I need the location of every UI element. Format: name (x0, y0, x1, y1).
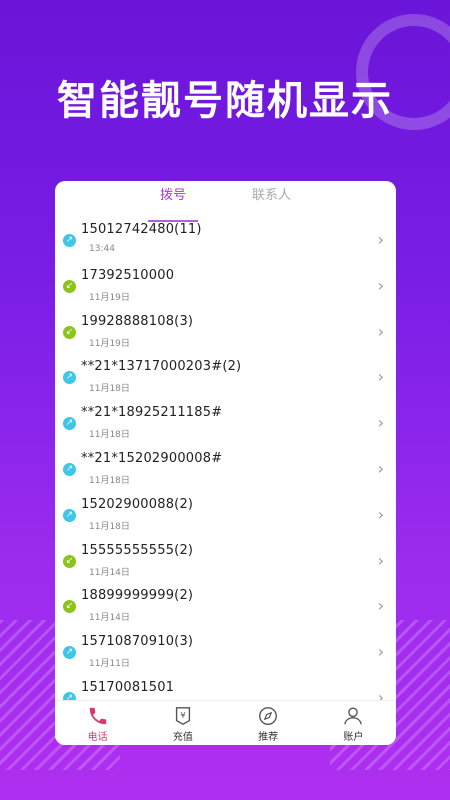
chevron-right-icon[interactable]: › (378, 596, 384, 615)
call-log-row[interactable]: ↗ 15202900088(2) 11月18日 › (55, 492, 396, 538)
chevron-right-icon[interactable]: › (378, 505, 384, 524)
headline: 智能靓号随机显示 (57, 78, 393, 124)
tab-bar: 拨号 联系人 (55, 181, 396, 222)
bottom-nav: 电话 ¥ 充值 推荐 账户 (55, 700, 396, 745)
wallet-icon: ¥ (175, 707, 190, 726)
user-icon (344, 707, 363, 725)
call-number: **21*13717000203#(2) (81, 359, 242, 375)
incoming-call-icon: ↙ (63, 600, 76, 614)
tab-dial[interactable]: 拨号 (147, 185, 199, 222)
call-log-row[interactable]: ↗ **21*18925211185# 11月18日 › (55, 400, 396, 446)
compass-icon (259, 707, 278, 725)
nav-label: 账户 (343, 732, 364, 743)
chevron-right-icon[interactable]: › (378, 642, 384, 661)
call-number: 15555555555(2) (81, 542, 194, 558)
outgoing-call-icon: ↗ (63, 417, 76, 431)
call-log-row[interactable]: ↗ 15170081501 › (55, 675, 396, 701)
nav-recommend[interactable]: 推荐 (226, 701, 311, 745)
call-number: 17392510000 (81, 267, 175, 283)
phone-icon (89, 707, 106, 725)
call-time: 11月14日 (89, 613, 130, 624)
call-number: 15710870910(3) (81, 634, 194, 650)
chevron-right-icon[interactable]: › (378, 276, 384, 295)
call-number: **21*15202900008# (81, 450, 223, 466)
call-log-row[interactable]: ↙ 17392510000 11月19日 › (55, 263, 396, 309)
call-log-row[interactable]: ↙ 19928888108(3) 11月19日 › (55, 309, 396, 355)
nav-phone[interactable]: 电话 (55, 701, 140, 745)
nav-label: 电话 (87, 732, 108, 743)
outgoing-call-icon: ↗ (63, 371, 76, 385)
call-time: 11月19日 (89, 292, 130, 303)
nav-account[interactable]: 账户 (311, 701, 396, 745)
outgoing-call-icon: ↗ (63, 234, 76, 247)
chevron-right-icon[interactable]: › (378, 551, 384, 570)
outgoing-call-icon: ↗ (63, 646, 76, 660)
call-number: **21*18925211185# (81, 405, 223, 421)
incoming-call-icon: ↙ (63, 325, 76, 339)
call-number: 15202900088(2) (81, 496, 194, 512)
incoming-call-icon: ↙ (63, 554, 76, 568)
call-number: 19928888108(3) (81, 313, 194, 329)
call-time: 11月19日 (89, 338, 130, 349)
call-number: 15170081501 (81, 679, 175, 695)
call-time: 11月18日 (89, 430, 130, 441)
chevron-right-icon[interactable]: › (378, 367, 384, 386)
call-log-row[interactable]: ↗ **21*13717000203#(2) 11月18日 › (55, 354, 396, 400)
call-log-row[interactable]: ↗ 15710870910(3) 11月11日 › (55, 629, 396, 675)
call-time: 11月11日 (89, 659, 130, 670)
incoming-call-icon: ↙ (63, 279, 76, 293)
call-log-row[interactable]: ↙ 15555555555(2) 11月14日 › (55, 538, 396, 584)
call-log-row[interactable]: ↗ 15012742480(11) 13:44 › (55, 217, 396, 263)
nav-label: 推荐 (258, 732, 279, 743)
svg-text:¥: ¥ (180, 710, 185, 720)
call-time: 11月18日 (89, 384, 130, 395)
call-time: 11月18日 (89, 475, 130, 486)
call-log-row[interactable]: ↗ **21*15202900008# 11月18日 › (55, 446, 396, 492)
nav-label: 充值 (172, 732, 193, 743)
chevron-right-icon[interactable]: › (378, 413, 384, 432)
call-number: 18899999999(2) (81, 588, 194, 604)
outgoing-call-icon: ↗ (63, 462, 76, 476)
call-log-row[interactable]: ↙ 18899999999(2) 11月14日 › (55, 583, 396, 629)
call-time: 11月18日 (89, 521, 130, 532)
chevron-right-icon[interactable]: › (378, 322, 384, 341)
outgoing-call-icon: ↗ (63, 508, 76, 522)
call-time: 13:44 (89, 244, 115, 254)
chevron-right-icon[interactable]: › (378, 459, 384, 478)
call-time: 11月14日 (89, 567, 130, 578)
phone-card: 拨号 联系人 ↗ 15012742480(11) 13:44 › ↙ 17392… (55, 181, 396, 745)
tab-contacts[interactable]: 联系人 (244, 185, 299, 217)
call-log-list[interactable]: ↗ 15012742480(11) 13:44 › ↙ 17392510000 … (55, 217, 396, 701)
nav-recharge[interactable]: ¥ 充值 (140, 701, 225, 745)
call-number: 15012742480(11) (81, 222, 202, 237)
chevron-right-icon[interactable]: › (378, 230, 384, 249)
